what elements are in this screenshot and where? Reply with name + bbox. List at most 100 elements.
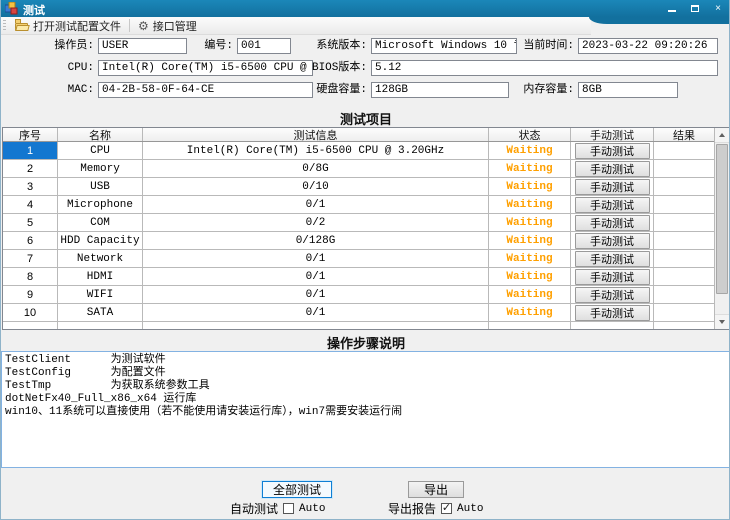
table-row[interactable]: 8HDMI0/1Waiting手动测试 xyxy=(3,268,714,286)
row-info-cell[interactable]: Intel(R) Core(TM) i5-6500 CPU @ 3.20GHz xyxy=(143,142,489,159)
row-name-cell[interactable]: HDMI xyxy=(58,268,143,285)
table-row[interactable]: 6HDD Capacity0/128GWaiting手动测试 xyxy=(3,232,714,250)
row-status-cell[interactable]: Waiting xyxy=(489,286,571,303)
row-status-cell[interactable]: Waiting xyxy=(489,178,571,195)
manual-test-button[interactable]: 手动测试 xyxy=(575,161,650,177)
row-status-cell[interactable]: Waiting xyxy=(489,160,571,177)
table-row[interactable]: 3USB0/10Waiting手动测试 xyxy=(3,178,714,196)
row-result-cell[interactable] xyxy=(654,196,714,213)
steps-textarea[interactable]: TestClient 为测试软件 TestConfig 为配置文件 TestTm… xyxy=(1,351,730,468)
os-field[interactable]: Microsoft Windows 10 专 xyxy=(371,38,517,54)
table-row[interactable]: 9WIFI0/1Waiting手动测试 xyxy=(3,286,714,304)
col-header-manual: 手动测试 xyxy=(571,128,654,141)
row-status-cell[interactable]: Waiting xyxy=(489,196,571,213)
row-name-cell[interactable]: Microphone xyxy=(58,196,143,213)
manual-test-button[interactable]: 手动测试 xyxy=(575,269,650,285)
row-info-cell[interactable]: 0/10 xyxy=(143,178,489,195)
table-scrollbar[interactable] xyxy=(714,128,729,329)
scroll-down-icon[interactable] xyxy=(715,314,729,329)
row-info-cell[interactable]: 0/1 xyxy=(143,196,489,213)
cpu-field[interactable]: Intel(R) Core(TM) i5-6500 CPU @ 3.20GHz xyxy=(98,60,313,76)
manual-test-button[interactable]: 手动测试 xyxy=(575,287,650,303)
table-row[interactable]: 4Microphone0/1 Waiting 手动测试 xyxy=(3,196,714,214)
status-text: Waiting xyxy=(506,199,552,211)
table-row[interactable]: 1CPUIntel(R) Core(TM) i5-6500 CPU @ 3.20… xyxy=(3,142,714,160)
close-button[interactable]: × xyxy=(711,2,725,14)
row-info-cell[interactable]: 0/1 xyxy=(143,268,489,285)
row-name-cell[interactable]: WIFI xyxy=(58,286,143,303)
row-status-cell[interactable]: Waiting xyxy=(489,214,571,231)
row-result-cell[interactable] xyxy=(654,142,714,159)
row-no-cell[interactable]: 2 xyxy=(3,160,58,177)
auto-test-check-label: Auto xyxy=(299,503,325,515)
export-button[interactable]: 导出 xyxy=(408,481,464,498)
table-row[interactable]: 7Network0/1Waiting手动测试 xyxy=(3,250,714,268)
bios-field[interactable]: 5.12 xyxy=(371,60,718,76)
row-result-cell[interactable] xyxy=(654,286,714,303)
scroll-up-icon[interactable] xyxy=(715,128,729,143)
row-result-cell[interactable] xyxy=(654,250,714,267)
row-name-cell[interactable]: USB xyxy=(58,178,143,195)
toolbar: 打开测试配置文件 ⚙ 接口管理 xyxy=(1,17,591,35)
maximize-button[interactable] xyxy=(688,2,702,14)
mac-field[interactable]: 04-2B-58-0F-64-CE xyxy=(98,82,313,98)
minimize-button[interactable] xyxy=(665,2,679,14)
open-folder-icon xyxy=(15,21,29,31)
auto-test-checkbox[interactable] xyxy=(283,503,294,514)
row-manual-cell: 手动测试 xyxy=(571,232,654,249)
time-field[interactable]: 2023-03-22 09:20:26 xyxy=(578,38,718,54)
row-result-cell[interactable] xyxy=(654,268,714,285)
row-name-cell[interactable]: CPU xyxy=(58,142,143,159)
row-name-cell[interactable]: HDD Capacity xyxy=(58,232,143,249)
row-result-cell[interactable] xyxy=(654,214,714,231)
open-config-button[interactable]: 打开测试配置文件 xyxy=(10,18,126,34)
row-result-cell[interactable] xyxy=(654,160,714,177)
ram-field[interactable]: 8GB xyxy=(578,82,678,98)
manual-test-button[interactable]: 手动测试 xyxy=(575,143,650,159)
table-row[interactable]: 10SATA0/1Waiting手动测试 xyxy=(3,304,714,322)
row-name-cell[interactable]: Memory xyxy=(58,160,143,177)
manual-test-button[interactable]: 手动测试 xyxy=(575,179,650,195)
row-info-cell[interactable]: 0/1 xyxy=(143,250,489,267)
row-status-cell[interactable]: Waiting xyxy=(489,232,571,249)
row-status-cell[interactable]: Waiting xyxy=(489,304,571,321)
row-info-cell[interactable]: 0/128G xyxy=(143,232,489,249)
row-no-cell[interactable]: 9 xyxy=(3,286,58,303)
row-name-cell[interactable]: Network xyxy=(58,250,143,267)
row-no-cell[interactable]: 10 xyxy=(3,304,58,321)
export-report-checkbox[interactable]: ✓ xyxy=(441,503,452,514)
row-no-cell[interactable]: 5 xyxy=(3,214,58,231)
toolbar-separator xyxy=(129,19,130,32)
manual-test-button[interactable]: 手动测试 xyxy=(575,215,650,231)
row-info-cell[interactable]: 0/1 xyxy=(143,286,489,303)
row-no-cell[interactable]: 3 xyxy=(3,178,58,195)
manual-test-button[interactable]: 手动测试 xyxy=(575,251,650,267)
row-result-cell[interactable] xyxy=(654,178,714,195)
manual-test-button[interactable]: 手动测试 xyxy=(575,197,650,213)
scrollbar-thumb[interactable] xyxy=(716,144,728,294)
row-no-cell[interactable]: 7 xyxy=(3,250,58,267)
row-result-cell[interactable] xyxy=(654,304,714,321)
row-status-cell[interactable]: Waiting xyxy=(489,250,571,267)
row-info-cell[interactable]: 0/8G xyxy=(143,160,489,177)
number-field[interactable]: 001 xyxy=(237,38,291,54)
test-all-button[interactable]: 全部测试 xyxy=(262,481,332,498)
row-status-cell[interactable]: Waiting xyxy=(489,142,571,159)
row-no-cell[interactable]: 6 xyxy=(3,232,58,249)
manual-test-button[interactable]: 手动测试 xyxy=(575,305,650,321)
manual-test-button[interactable]: 手动测试 xyxy=(575,233,650,249)
table-row[interactable]: 2Memory0/8GWaiting手动测试 xyxy=(3,160,714,178)
interface-mgmt-button[interactable]: ⚙ 接口管理 xyxy=(133,18,202,34)
row-status-cell[interactable]: Waiting xyxy=(489,268,571,285)
row-no-cell[interactable]: 1 xyxy=(3,142,58,159)
disk-field[interactable]: 128GB xyxy=(371,82,509,98)
table-row[interactable]: 5COM0/2Waiting手动测试 xyxy=(3,214,714,232)
row-no-cell[interactable]: 8 xyxy=(3,268,58,285)
row-info-cell[interactable]: 0/2 xyxy=(143,214,489,231)
row-info-cell[interactable]: 0/1 xyxy=(143,304,489,321)
col-header-name: 名称 xyxy=(58,128,143,141)
row-name-cell[interactable]: SATA xyxy=(58,304,143,321)
row-no-cell[interactable]: 4 xyxy=(3,196,58,213)
row-name-cell[interactable]: COM xyxy=(58,214,143,231)
row-result-cell[interactable] xyxy=(654,232,714,249)
